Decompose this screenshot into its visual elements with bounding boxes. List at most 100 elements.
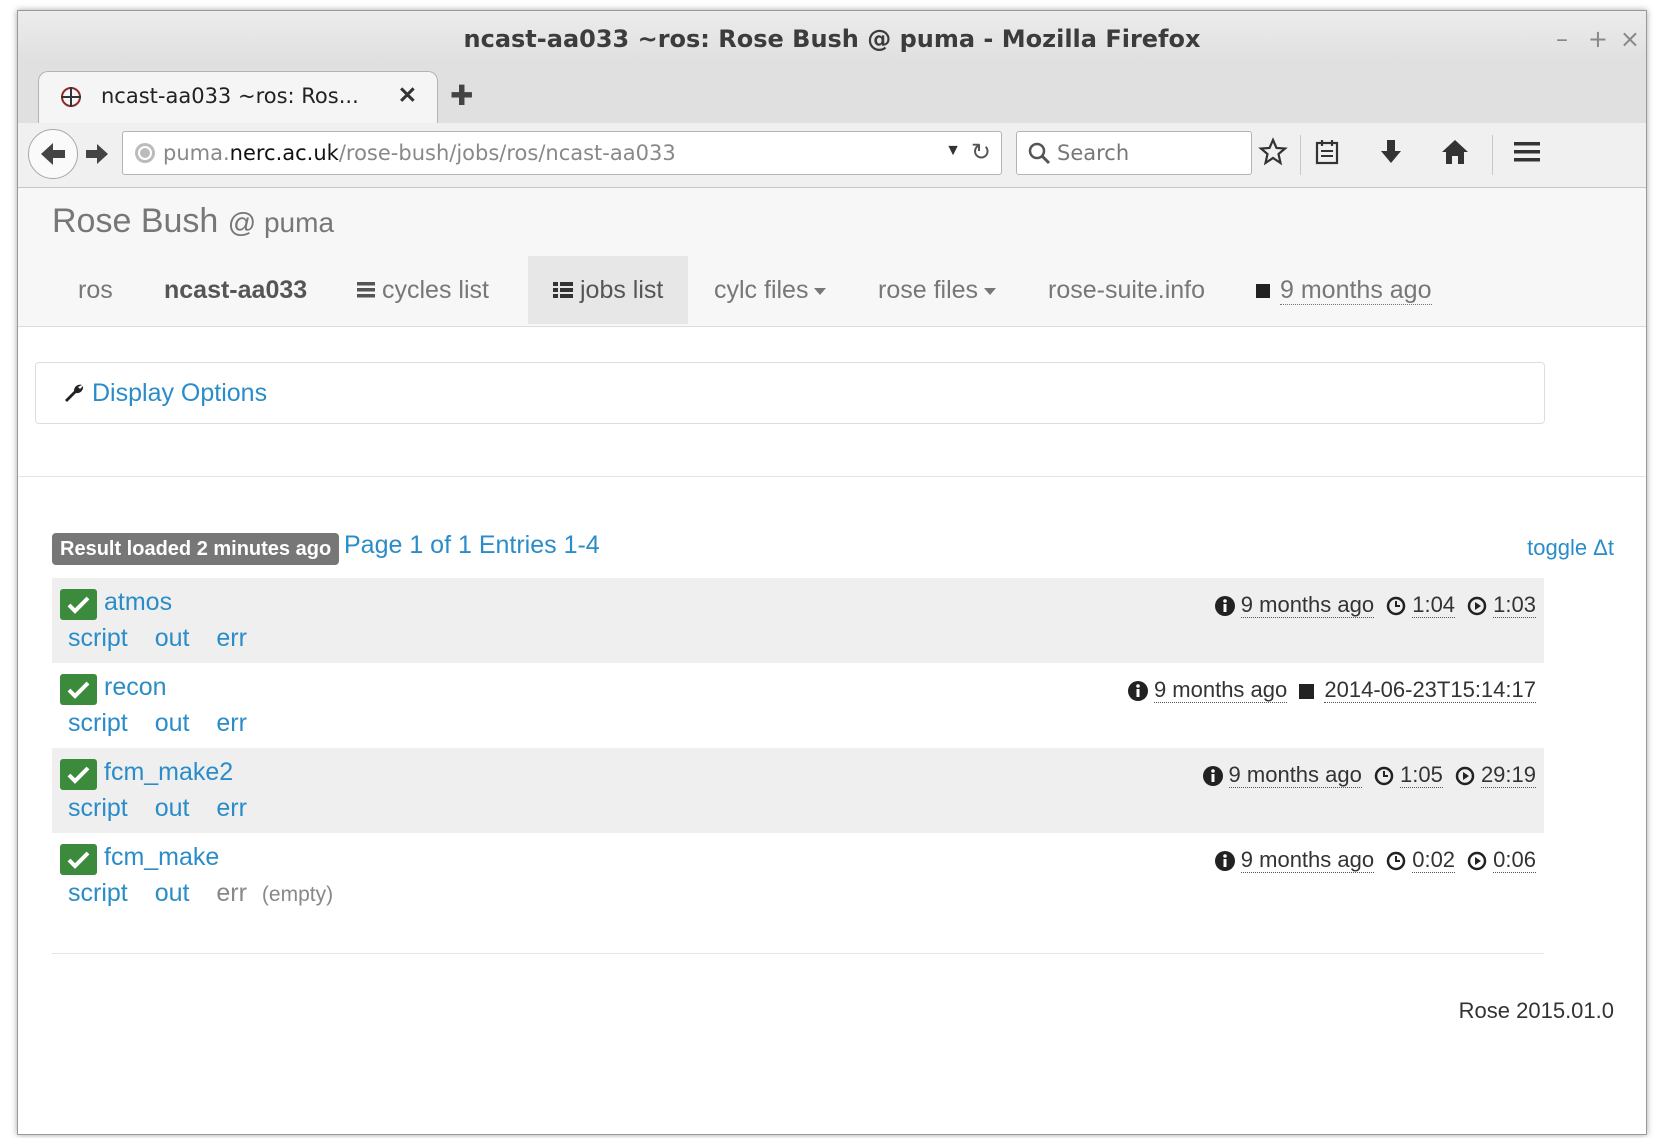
forward-button[interactable] [82, 137, 112, 171]
err-link[interactable]: err [216, 709, 247, 737]
url-text[interactable]: puma.nerc.ac.uk/rose-bush/jobs/ros/ncast… [163, 141, 676, 165]
th-list-icon [553, 282, 573, 298]
nav-user[interactable]: ros [54, 256, 137, 324]
play-circle-icon [1455, 766, 1475, 786]
stop-icon [1256, 284, 1270, 299]
queue-duration[interactable]: 0:02 [1412, 847, 1456, 873]
err-link[interactable]: err [216, 794, 247, 822]
brand-name: Rose Bush [52, 202, 219, 240]
job-file-links: script out err [68, 794, 267, 823]
forward-arrow-icon [86, 144, 108, 164]
rose-favicon-icon [61, 87, 81, 107]
info-sign-icon [1202, 766, 1223, 787]
wrench-icon [65, 384, 84, 402]
divider [18, 476, 1646, 477]
script-link[interactable]: script [68, 794, 128, 822]
submit-time[interactable]: 9 months ago [1240, 847, 1375, 873]
err-empty-note: (empty) [261, 883, 334, 906]
job-name-link[interactable]: recon [104, 673, 167, 702]
submit-time[interactable]: 9 months ago [1240, 592, 1375, 618]
play-circle-icon [1467, 851, 1487, 871]
queue-duration[interactable]: 1:05 [1399, 762, 1443, 788]
job-times: 9 months ago 1:04 1:03 [1214, 592, 1536, 618]
bookmark-star-icon[interactable] [1258, 137, 1288, 167]
job-times: 9 months ago 1:05 29:19 [1202, 762, 1536, 788]
tab-strip: ncast-aa033 ~ros: Ros... ✕ ✚ [18, 61, 1646, 124]
toolbar-separator [1300, 135, 1301, 175]
queue-duration[interactable]: 1:04 [1412, 592, 1456, 618]
nav-jobs-list[interactable]: jobs list [528, 256, 688, 324]
err-link[interactable]: err [216, 624, 247, 652]
nav-cylc-files-dropdown[interactable]: cylc files [690, 256, 850, 324]
back-button[interactable] [28, 129, 78, 179]
reading-list-icon[interactable] [1312, 137, 1342, 167]
back-arrow-icon [41, 143, 65, 165]
maximize-button[interactable]: + [1588, 25, 1608, 53]
script-link[interactable]: script [68, 879, 128, 907]
menu-hamburger-icon[interactable] [1512, 137, 1542, 167]
run-duration[interactable]: 1:03 [1493, 592, 1536, 618]
home-icon[interactable] [1440, 137, 1470, 167]
url-host-prefix: puma. [163, 141, 230, 165]
url-host: nerc.ac.uk [229, 141, 339, 165]
script-link[interactable]: script [68, 709, 128, 737]
search-bar[interactable]: Search [1016, 131, 1252, 175]
job-file-links: script out err (empty) [68, 879, 353, 908]
nav-updated-time: 9 months ago [1280, 276, 1432, 305]
clock-icon [1386, 596, 1406, 616]
nav-suite[interactable]: ncast-aa033 [140, 256, 331, 324]
tab-close-icon[interactable]: ✕ [398, 82, 417, 109]
reload-icon[interactable]: ↻ [971, 138, 991, 167]
page-content: Rose Bush @ puma ros ncast-aa033 cycles … [18, 188, 1646, 1134]
rose-bush-header: Rose Bush @ puma ros ncast-aa033 cycles … [18, 188, 1646, 327]
brand-title[interactable]: Rose Bush @ puma [52, 202, 334, 241]
job-row: atmos script out err 9 months ago 1:04 1… [52, 578, 1544, 663]
run-duration[interactable]: 0:06 [1493, 847, 1536, 873]
toolbar-separator [1492, 135, 1493, 175]
job-name-link[interactable]: fcm_make [104, 843, 219, 872]
window-title: ncast-aa033 ~ros: Rose Bush @ puma - Moz… [463, 25, 1201, 53]
caret-down-icon [984, 287, 997, 295]
page-info-link[interactable]: Page 1 of 1 Entries 1-4 [344, 531, 600, 560]
job-name-link[interactable]: fcm_make2 [104, 758, 233, 787]
out-link[interactable]: out [155, 624, 190, 652]
new-tab-button[interactable]: ✚ [450, 79, 473, 112]
job-row: recon script out err 9 months ago 2014-0… [52, 663, 1544, 748]
info-sign-icon [1214, 596, 1235, 617]
run-duration[interactable]: 29:19 [1480, 762, 1536, 788]
stop-icon [1299, 683, 1315, 699]
url-dropdown-icon[interactable]: ▼ [945, 142, 961, 160]
url-path: /rose-bush/jobs/ros/ncast-aa033 [338, 141, 676, 165]
download-icon[interactable] [1376, 137, 1406, 167]
url-bar[interactable]: puma.nerc.ac.uk/rose-bush/jobs/ros/ncast… [122, 131, 1002, 175]
nav-cycles-list[interactable]: cycles list [332, 256, 513, 324]
close-window-button[interactable]: × [1620, 25, 1640, 53]
out-link[interactable]: out [155, 709, 190, 737]
globe-icon [135, 143, 155, 163]
browser-tab[interactable]: ncast-aa033 ~ros: Ros... ✕ [38, 71, 438, 124]
nav-updated[interactable]: 9 months ago [1232, 256, 1456, 324]
title-bar: ncast-aa033 ~ros: Rose Bush @ puma - Moz… [18, 11, 1646, 61]
toggle-delta-t-link[interactable]: toggle Δt [1527, 535, 1614, 561]
brand-host: @ puma [227, 207, 335, 238]
job-name-link[interactable]: atmos [104, 588, 172, 617]
minimize-button[interactable]: – [1556, 25, 1568, 53]
display-options-link[interactable]: Display Options [92, 379, 267, 408]
list-icon [357, 282, 375, 298]
script-link[interactable]: script [68, 624, 128, 652]
search-icon [1028, 142, 1051, 165]
err-label: err [216, 879, 247, 907]
nav-suite-info[interactable]: rose-suite.info [1024, 256, 1229, 324]
success-check-icon [60, 759, 97, 790]
submit-time[interactable]: 9 months ago [1153, 677, 1288, 703]
exit-time[interactable]: 2014-06-23T15:14:17 [1324, 677, 1536, 703]
out-link[interactable]: out [155, 794, 190, 822]
nav-rose-files-dropdown[interactable]: rose files [854, 256, 1020, 324]
browser-window: ncast-aa033 ~ros: Rose Bush @ puma - Moz… [17, 10, 1647, 1135]
submit-time[interactable]: 9 months ago [1228, 762, 1362, 788]
search-placeholder: Search [1057, 141, 1130, 165]
out-link[interactable]: out [155, 879, 190, 907]
job-times: 9 months ago 2014-06-23T15:14:17 [1127, 677, 1536, 703]
divider [52, 953, 1544, 954]
success-check-icon [60, 674, 97, 705]
